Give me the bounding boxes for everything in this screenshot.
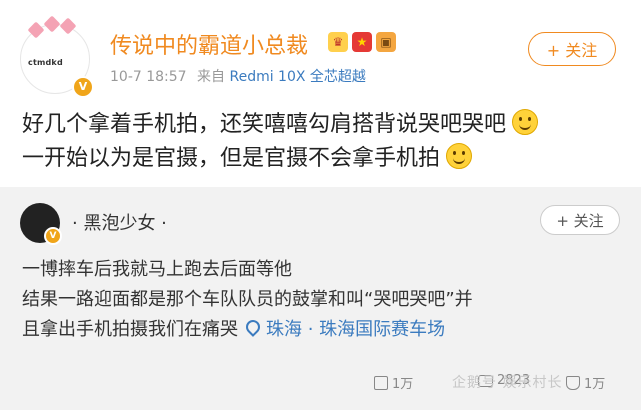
follow-button[interactable]: + 关注 bbox=[528, 32, 616, 66]
repost-body: 一博摔车后我就马上跑去后面等他 结果一路迎面都是那个车队队员的鼓掌和叫“哭吧哭吧… bbox=[22, 255, 473, 345]
post-body: 好几个拿着手机拍，还笑嘻嘻勾肩搭背说哭吧哭吧 一开始以为是官摄，但是官摄不会拿手… bbox=[22, 108, 539, 176]
repost-count[interactable]: 1万 bbox=[374, 373, 413, 392]
post-line: 一开始以为是官摄，但是官摄不会拿手机拍 bbox=[22, 142, 538, 176]
weibo-post: ctmdkd V 传说中的霸道小总裁 ♛ ★ ▣ 10-7 18:57 来自 R… bbox=[0, 0, 641, 187]
watermark: 企鹅号 娱乐村长 bbox=[452, 375, 563, 391]
crown-badge-icon[interactable]: ♛ bbox=[328, 32, 348, 52]
like-icon bbox=[566, 375, 580, 390]
repost-icon bbox=[374, 375, 388, 390]
source-prefix: 来自 bbox=[197, 69, 226, 85]
device-label[interactable]: Redmi 10X 全芯超越 bbox=[229, 69, 365, 85]
avatar-text: ctmdkd bbox=[28, 58, 63, 67]
repost-follow-button[interactable]: + 关注 bbox=[540, 205, 620, 235]
like-count[interactable]: 1万 bbox=[566, 373, 605, 392]
post-line: 好几个拿着手机拍，还笑嘻嘻勾肩搭背说哭吧哭吧 bbox=[22, 108, 539, 142]
location-pin-icon bbox=[243, 317, 263, 337]
location-link[interactable]: 珠海 · 珠海国际赛车场 bbox=[266, 319, 445, 340]
post-meta: 10-7 18:57 来自 Redmi 10X 全芯超越 bbox=[110, 66, 366, 86]
user-badges: ♛ ★ ▣ bbox=[328, 32, 396, 52]
package-badge-icon[interactable]: ▣ bbox=[376, 32, 396, 52]
flag-badge-icon[interactable]: ★ bbox=[352, 32, 372, 52]
repost-username[interactable]: · 黑泡少女 · bbox=[72, 209, 167, 235]
repost-line: 且拿出手机拍摄我们在痛哭 珠海 · 珠海国际赛车场 bbox=[22, 317, 446, 340]
smile-emoji-icon bbox=[446, 143, 473, 169]
username[interactable]: 传说中的霸道小总裁 bbox=[110, 28, 308, 60]
avatar[interactable]: ctmdkd V bbox=[20, 15, 94, 98]
verified-badge-icon: V bbox=[72, 76, 94, 98]
verified-badge-icon: V bbox=[44, 227, 62, 245]
post-date: 10-7 18:57 bbox=[110, 69, 187, 85]
smile-emoji-icon bbox=[512, 109, 539, 135]
repost-line: 结果一路迎面都是那个车队队员的鼓掌和叫“哭吧哭吧”并 bbox=[22, 289, 473, 310]
repost-line: 一博摔车后我就马上跑去后面等他 bbox=[22, 259, 292, 280]
